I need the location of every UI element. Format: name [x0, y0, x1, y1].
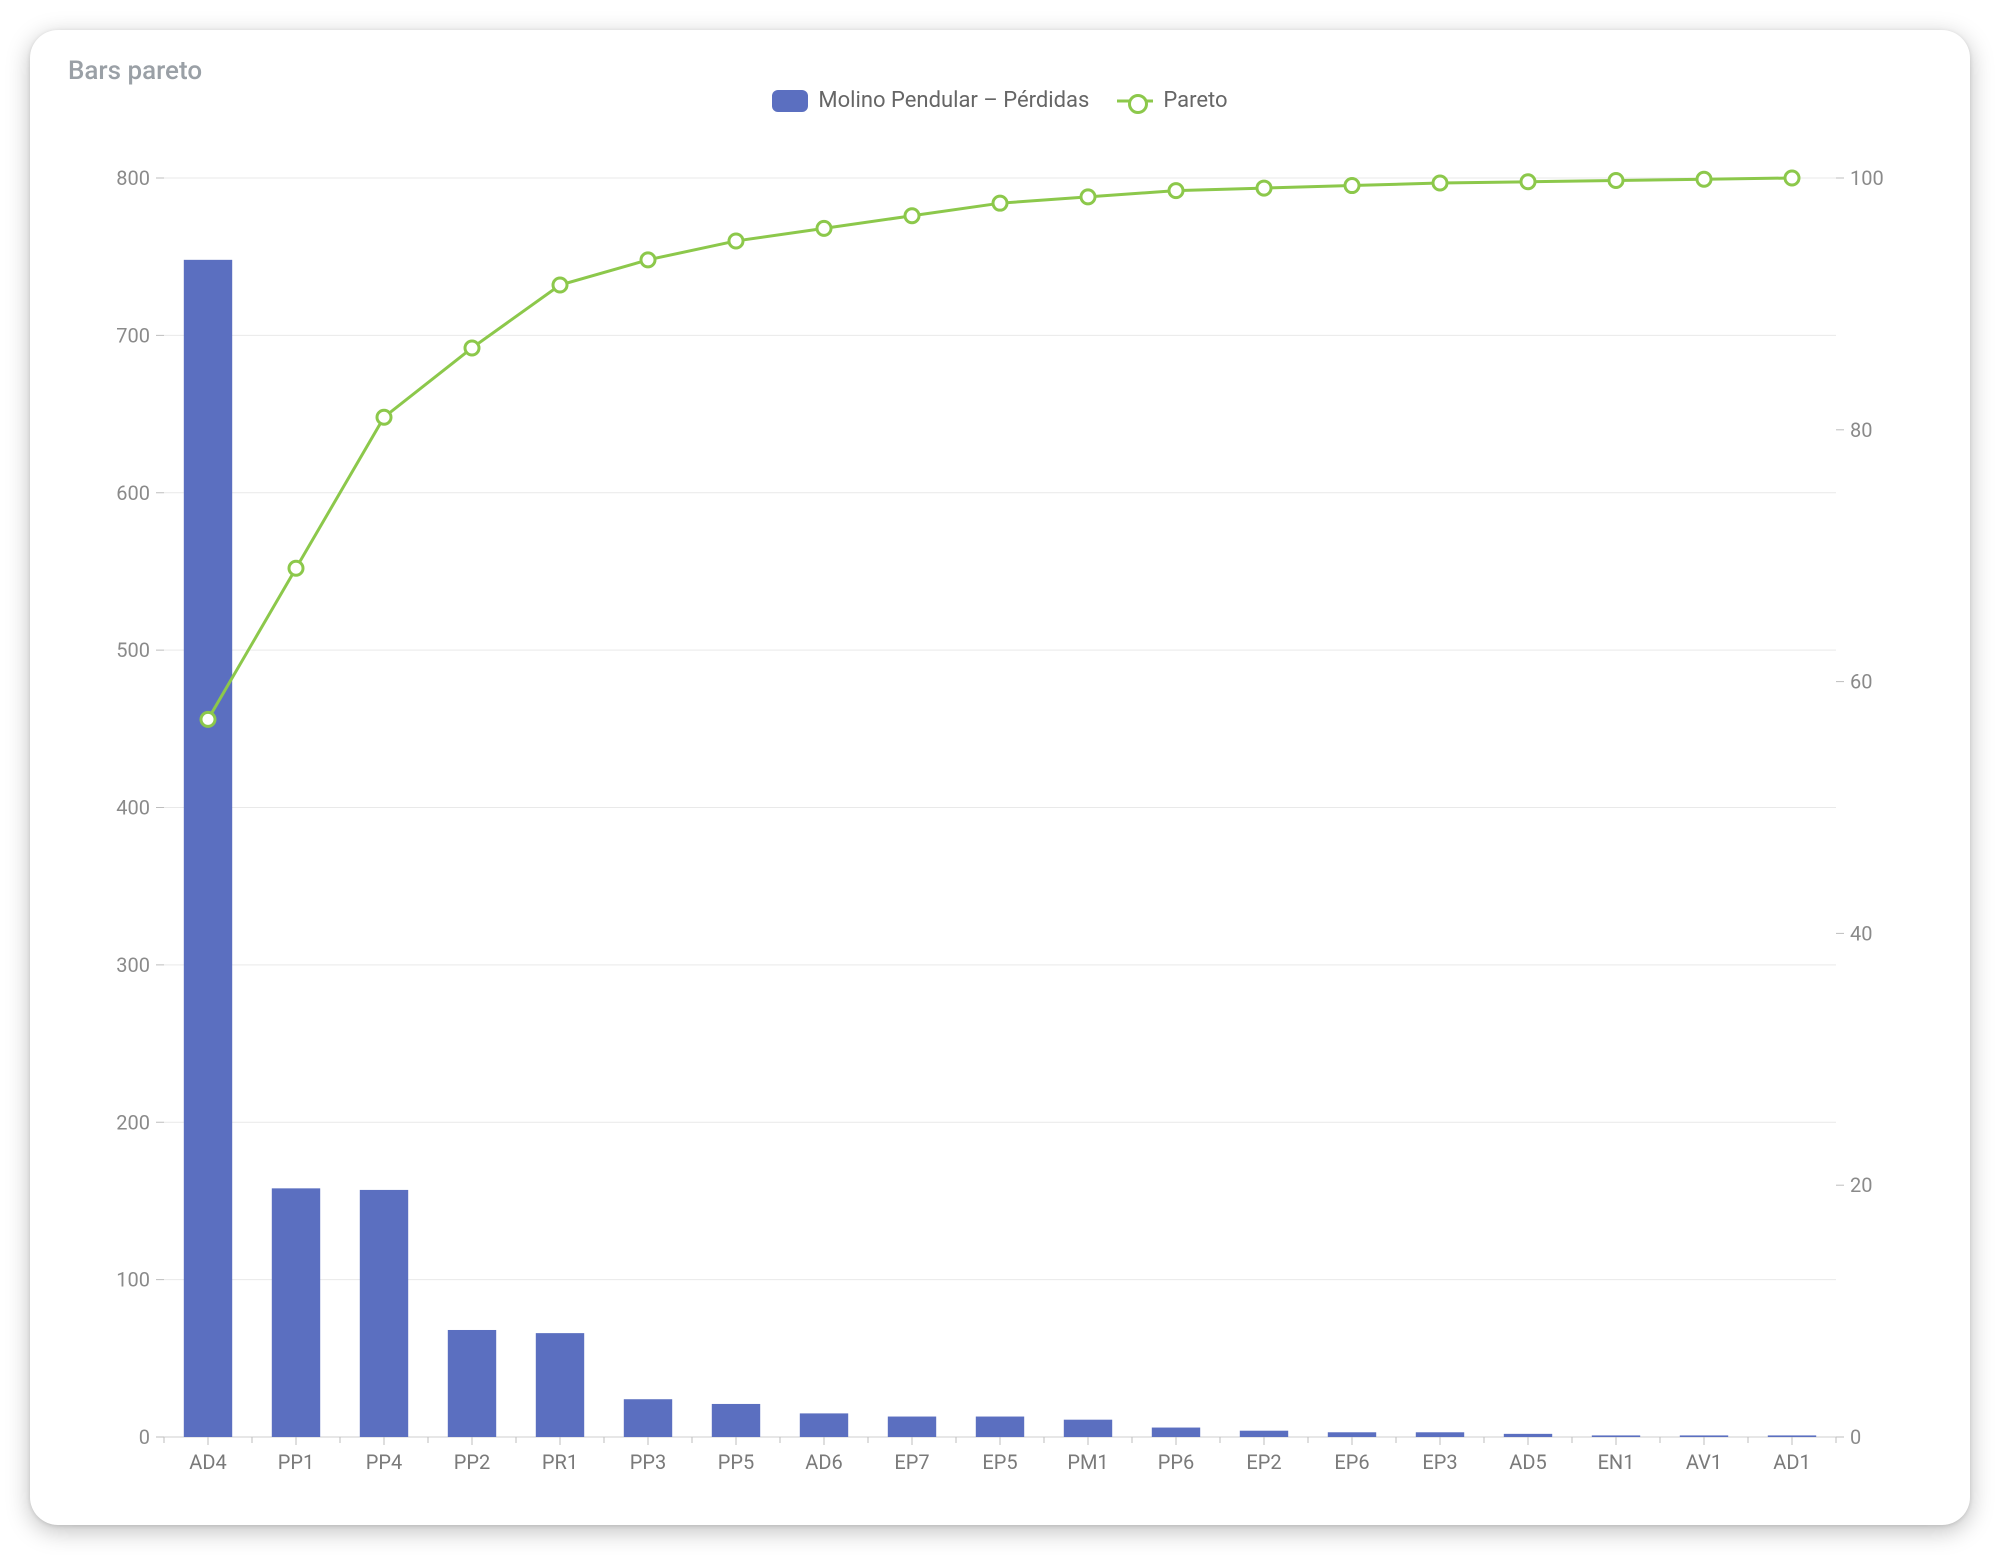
- legend-item-bars[interactable]: Molino Pendular – Pérdidas: [772, 88, 1089, 113]
- x-tick-label: EP7: [894, 1450, 929, 1474]
- bar: [1680, 1435, 1728, 1437]
- bar: [536, 1333, 584, 1437]
- legend-line-label: Pareto: [1163, 88, 1227, 113]
- y-left-tick-label: 400: [116, 796, 150, 820]
- pareto-marker: [993, 196, 1007, 210]
- x-tick-label: AD5: [1509, 1450, 1546, 1474]
- y-left-tick-label: 300: [116, 953, 150, 977]
- y-right-tick-label: 20: [1850, 1173, 1872, 1197]
- y-left-tick-label: 600: [116, 481, 150, 505]
- pareto-marker: [1081, 190, 1095, 204]
- x-tick-label: PR1: [542, 1450, 578, 1474]
- pareto-marker: [729, 234, 743, 248]
- legend: Molino Pendular – Pérdidas Pareto: [30, 88, 1970, 113]
- pareto-marker: [1169, 184, 1183, 198]
- pareto-marker: [1609, 174, 1623, 188]
- bar: [1240, 1431, 1288, 1437]
- y-right-tick-label: 0: [1850, 1425, 1861, 1449]
- y-right-tick-label: 80: [1850, 418, 1872, 442]
- y-left-tick-label: 200: [116, 1110, 150, 1134]
- bar: [800, 1413, 848, 1437]
- bar: [448, 1330, 496, 1437]
- pareto-marker: [1433, 176, 1447, 190]
- x-tick-label: EP3: [1422, 1450, 1457, 1474]
- pareto-marker: [201, 712, 215, 726]
- bar: [1592, 1435, 1640, 1437]
- x-tick-label: PP2: [454, 1450, 490, 1474]
- chart-title: Bars pareto: [68, 56, 1942, 86]
- bar: [1328, 1432, 1376, 1437]
- gridlines: [164, 178, 1836, 1437]
- bar: [360, 1190, 408, 1437]
- bar: [712, 1404, 760, 1437]
- x-tick-label: PM1: [1067, 1450, 1108, 1474]
- bars-group: [184, 260, 1816, 1437]
- x-tick-label: PP3: [630, 1450, 666, 1474]
- pareto-marker: [1257, 181, 1271, 195]
- x-tick-label: EP2: [1246, 1450, 1281, 1474]
- chart-card: Bars pareto Molino Pendular – Pérdidas P…: [30, 30, 1970, 1525]
- pareto-marker: [289, 561, 303, 575]
- pareto-marker: [1521, 175, 1535, 189]
- x-tick-label: PP1: [278, 1450, 314, 1474]
- legend-item-line[interactable]: Pareto: [1117, 88, 1227, 113]
- bar: [272, 1188, 320, 1437]
- x-tick-label: AD6: [805, 1450, 842, 1474]
- x-tick-label: AV1: [1686, 1450, 1722, 1474]
- pareto-marker: [1697, 172, 1711, 186]
- plot-area: 0 100 200 300 400 500 600 700 800 0 20 40 60 80 100 AD4…: [84, 138, 1916, 1493]
- pareto-line: [208, 178, 1792, 719]
- y-left-tick-label: 700: [116, 323, 150, 347]
- x-tick-label: EP6: [1334, 1450, 1369, 1474]
- bar: [1768, 1435, 1816, 1437]
- pareto-marker: [465, 341, 479, 355]
- bar: [1504, 1434, 1552, 1437]
- y-left-tick-label: 100: [116, 1268, 150, 1292]
- pareto-marker: [641, 253, 655, 267]
- x-tick-label: PP4: [366, 1450, 402, 1474]
- bar: [624, 1399, 672, 1437]
- pareto-marker: [817, 221, 831, 235]
- bar-swatch-icon: [772, 90, 808, 112]
- y-left-tick-label: 0: [139, 1425, 150, 1449]
- x-tick-label: PP6: [1158, 1450, 1194, 1474]
- y-right-tick-label: 40: [1850, 921, 1872, 945]
- legend-bar-label: Molino Pendular – Pérdidas: [818, 88, 1089, 113]
- x-tick-label: EP5: [982, 1450, 1017, 1474]
- pareto-marker: [1785, 171, 1799, 185]
- y-right-tick-label: 100: [1850, 166, 1884, 190]
- bar: [1416, 1432, 1464, 1437]
- x-tick-label: AD4: [189, 1450, 226, 1474]
- x-tick-label: AD1: [1773, 1450, 1810, 1474]
- pareto-marker: [905, 209, 919, 223]
- x-tick-label: EN1: [1598, 1450, 1635, 1474]
- line-swatch-icon: [1117, 90, 1153, 112]
- chart-svg: 0 100 200 300 400 500 600 700 800 0 20 40 60 80 100 AD4…: [84, 138, 1916, 1493]
- y-left-tick-label: 800: [116, 166, 150, 190]
- bar: [1152, 1428, 1200, 1437]
- pareto-marker: [377, 410, 391, 424]
- bar: [184, 260, 232, 1437]
- y-left-tick-label: 500: [116, 638, 150, 662]
- bar: [1064, 1420, 1112, 1437]
- x-tick-label: PP5: [718, 1450, 754, 1474]
- pareto-marker: [1345, 179, 1359, 193]
- y-right-tick-label: 60: [1850, 670, 1872, 694]
- pareto-marker: [553, 278, 567, 292]
- bar: [976, 1417, 1024, 1437]
- bar: [888, 1417, 936, 1437]
